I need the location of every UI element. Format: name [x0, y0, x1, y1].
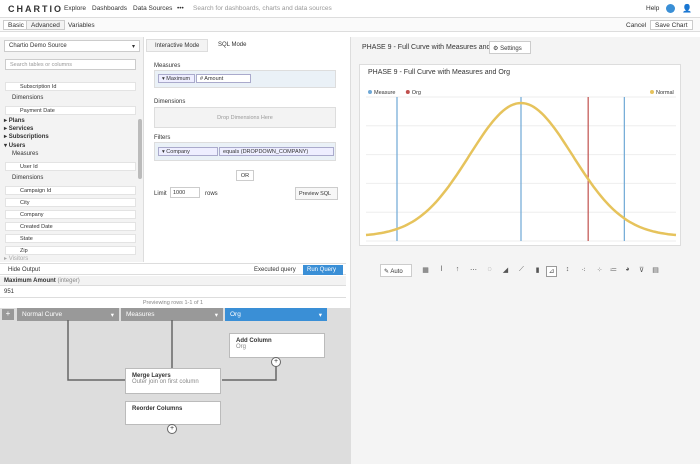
pie-chart-icon[interactable]: ◕ — [622, 266, 633, 277]
chart-svg: Measure Org Normal — [365, 90, 677, 242]
save-chart-button[interactable]: Save Chart — [650, 20, 693, 30]
chevron-down-icon: ▾ — [131, 44, 135, 50]
chart-name-input[interactable]: PHASE 9 - Full Curve with Measures and — [362, 44, 490, 51]
output-bar: Hide Output Executed query Run Query — [0, 263, 346, 275]
scatter-icon[interactable]: ⁖ — [578, 266, 589, 277]
section-label: Dimensions — [12, 175, 44, 181]
add-step-icon[interactable]: + — [271, 357, 281, 367]
filters-label: Filters — [154, 135, 171, 141]
legend-label: Measure — [374, 90, 395, 96]
field-item[interactable]: Campaign Id — [5, 186, 136, 195]
result-cell: 951 — [4, 289, 15, 295]
preview-status: Previewing rows 1-1 of 1 — [0, 297, 346, 307]
cancel-button[interactable]: Cancel — [626, 22, 646, 29]
legend-swatch — [368, 90, 372, 94]
nav-dashboards[interactable]: Dashboards — [92, 5, 127, 12]
result-column-header: Maximum Amount (integer) — [0, 276, 346, 286]
bubble-icon[interactable]: ⁘ — [594, 266, 605, 277]
filter-icon[interactable]: ⊽ — [636, 266, 647, 277]
field-item[interactable]: Subscription Id — [5, 82, 136, 91]
chart-card: PHASE 9 - Full Curve with Measures and O… — [359, 64, 681, 246]
field-item[interactable]: State — [5, 234, 136, 243]
nav-explore[interactable]: Explore — [64, 5, 86, 12]
gauge-icon[interactable]: ◌ — [484, 266, 495, 277]
line-chart-icon[interactable]: ⟋ — [516, 266, 527, 277]
limit-label: Limit — [154, 191, 167, 197]
schema-browser: Chartio Demo Source ▾ Search tables or c… — [0, 37, 144, 262]
combo-chart-icon[interactable]: ⊿ — [546, 266, 557, 277]
data-source-label: Chartio Demo Source — [9, 43, 67, 49]
measures-dropzone[interactable]: ▾ Maximum # Amount — [154, 70, 336, 88]
filter-operator-pill[interactable]: equals (DROPDOWN_COMPANY) — [219, 147, 334, 156]
add-step-icon[interactable]: + — [167, 424, 177, 434]
table-users[interactable]: ▾ Users — [4, 142, 25, 149]
dimensions-label: Dimensions — [154, 99, 186, 105]
wand-icon: ✎ — [384, 269, 390, 275]
app-logo[interactable]: CHARTIO — [8, 4, 63, 14]
measures-label: Measures — [154, 63, 181, 69]
field-item[interactable]: Zip — [5, 246, 136, 255]
measure-column-pill[interactable]: # Amount — [196, 74, 251, 83]
field-item[interactable]: City — [5, 198, 136, 207]
tab-interactive-mode[interactable]: Interactive Mode — [146, 39, 209, 52]
single-value-icon[interactable]: ǀ — [436, 266, 447, 277]
query-mode-bar: Basic Advanced Variables Cancel Save Cha… — [0, 18, 700, 32]
aggregation-pill[interactable]: ▾ Maximum — [158, 74, 195, 83]
section-label: Measures — [12, 151, 39, 157]
or-button[interactable]: OR — [236, 170, 254, 181]
legend-swatch — [650, 90, 654, 94]
table-chart-icon[interactable]: ▦ — [420, 266, 431, 277]
funnel-icon[interactable]: ⋯ — [468, 266, 479, 277]
dimensions-dropzone[interactable]: Drop Dimensions Here — [154, 107, 336, 128]
table-plans[interactable]: ▸ Plans — [4, 117, 25, 124]
nav-more[interactable]: ••• — [177, 5, 184, 12]
field-item[interactable]: Created Date — [5, 222, 136, 231]
user-icon[interactable]: 👤 — [682, 4, 692, 13]
executed-query-link[interactable]: Executed query — [254, 267, 296, 273]
merge-layers-step[interactable]: Merge Layers Outer join on first column — [125, 368, 221, 394]
preview-sql-button[interactable]: Preview SQL — [295, 187, 338, 200]
nav-data-sources[interactable]: Data Sources — [133, 5, 172, 12]
limit-input[interactable]: 1000 — [170, 187, 200, 198]
table-subscriptions[interactable]: ▸ Subscriptions — [4, 133, 49, 140]
data-source-select[interactable]: Chartio Demo Source ▾ — [4, 40, 140, 52]
table-services[interactable]: ▸ Services — [4, 125, 33, 132]
legend-label: Normal — [656, 90, 674, 96]
column-chart-icon[interactable]: ↕ — [562, 266, 573, 277]
schema-search-input[interactable]: Search tables or columns — [5, 59, 136, 70]
tab-advanced[interactable]: Advanced — [26, 20, 65, 30]
trend-icon[interactable]: ↑ — [452, 266, 463, 277]
legend-swatch — [405, 90, 410, 94]
top-nav: CHARTIO Explore Dashboards Data Sources … — [0, 0, 700, 18]
auto-chart-button[interactable]: ✎ Auto — [380, 264, 412, 277]
help-link[interactable]: Help — [646, 5, 659, 12]
scrollbar[interactable] — [138, 119, 142, 179]
field-item[interactable]: Company — [5, 210, 136, 219]
field-item[interactable]: Payment Date — [5, 106, 136, 115]
settings-button[interactable]: ⚙ Settings — [489, 41, 531, 54]
filter-column-pill[interactable]: ▾ Company — [158, 147, 218, 156]
section-label: Dimensions — [12, 95, 44, 101]
add-layer-icon[interactable]: + — [2, 309, 14, 320]
tab-variables[interactable]: Variables — [68, 22, 95, 29]
run-query-button[interactable]: Run Query — [303, 265, 343, 275]
table-visitors[interactable]: ▸ Visitors — [4, 255, 28, 262]
notifications-icon[interactable] — [666, 4, 675, 13]
bar-chart-icon[interactable]: ▮ — [532, 266, 543, 277]
pivot-icon[interactable]: ▤ — [650, 266, 661, 277]
add-column-step[interactable]: Add Column Org — [229, 333, 325, 358]
tab-sql-mode[interactable]: SQL Mode — [210, 39, 254, 52]
filters-dropzone[interactable]: ▾ Company equals (DROPDOWN_COMPANY) — [154, 142, 336, 161]
field-item[interactable]: User Id — [5, 162, 136, 171]
reorder-columns-step[interactable]: Reorder Columns — [125, 401, 221, 425]
list-icon[interactable]: ≔ — [608, 266, 619, 277]
global-search[interactable]: Search for dashboards, charts and data s… — [193, 5, 332, 12]
area-chart-icon[interactable]: ◢ — [500, 266, 511, 277]
gear-icon: ⚙ — [493, 46, 499, 52]
rows-label: rows — [205, 191, 218, 197]
hide-output-button[interactable]: Hide Output — [8, 267, 40, 273]
legend-label: Org — [412, 90, 421, 96]
